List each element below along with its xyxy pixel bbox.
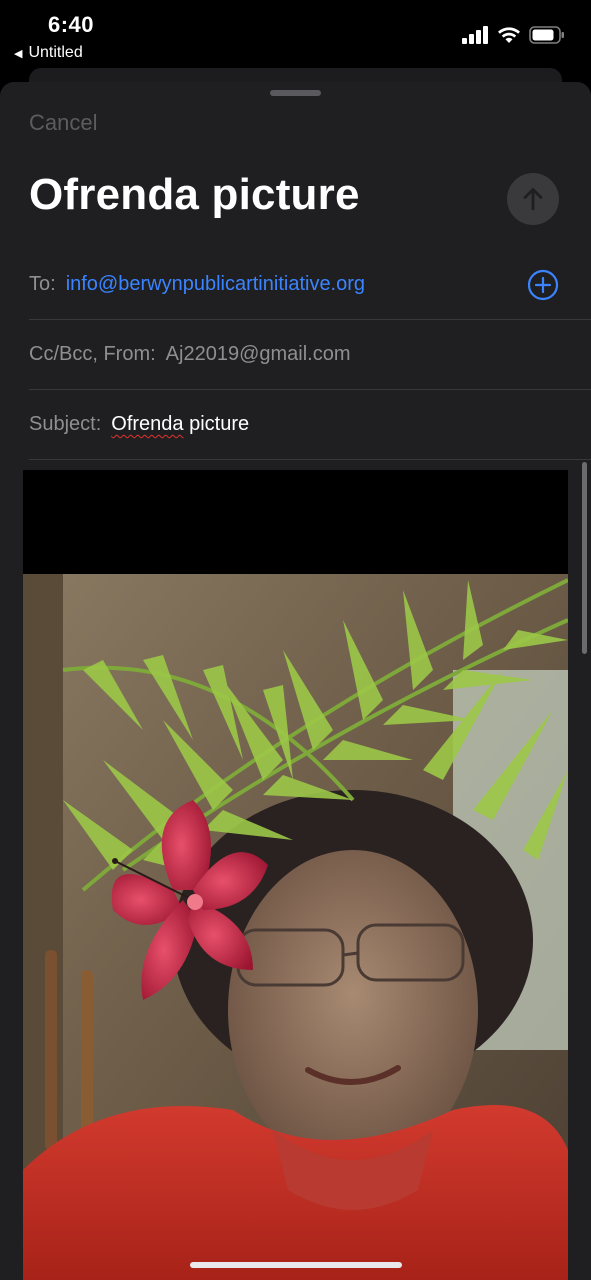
subject-field[interactable]: Subject: Ofrenda picture bbox=[29, 390, 591, 460]
compose-sheet: Cancel Ofrenda picture To: info@berwynpu… bbox=[0, 82, 591, 1280]
cc-bcc-from-label: Cc/Bcc, From: bbox=[29, 343, 156, 365]
compose-title: Ofrenda picture bbox=[29, 170, 360, 219]
subject-value[interactable]: Ofrenda picture bbox=[111, 413, 249, 436]
back-app-label: Untitled bbox=[28, 44, 83, 61]
to-field[interactable]: To: info@berwynpublicartinitiative.org bbox=[29, 250, 591, 320]
back-to-app-link[interactable]: ◀ Untitled bbox=[14, 44, 83, 62]
home-indicator[interactable] bbox=[190, 1262, 402, 1268]
send-button[interactable] bbox=[507, 173, 559, 225]
attached-photo[interactable] bbox=[23, 470, 568, 1280]
cc-bcc-from-field[interactable]: Cc/Bcc, From: Aj22019@gmail.com bbox=[29, 320, 591, 390]
arrow-up-icon bbox=[523, 188, 543, 211]
wifi-icon bbox=[498, 27, 520, 43]
to-recipient[interactable]: info@berwynpublicartinitiative.org bbox=[66, 273, 365, 296]
subject-misspelled-word: Ofrenda bbox=[111, 413, 184, 435]
photo-portrait-with-palm-and-flower bbox=[23, 470, 568, 1280]
status-icons bbox=[462, 26, 565, 44]
to-label: To: bbox=[29, 273, 56, 295]
sheet-grabber[interactable] bbox=[270, 90, 321, 96]
from-address: Aj22019@gmail.com bbox=[165, 343, 351, 365]
subject-label: Subject: bbox=[29, 413, 102, 435]
status-time: 6:40 bbox=[48, 12, 95, 37]
plus-circle-icon[interactable] bbox=[527, 269, 559, 301]
subject-rest: picture bbox=[183, 413, 250, 435]
battery-icon bbox=[529, 26, 564, 44]
cellular-signal-icon bbox=[462, 26, 488, 44]
cancel-button[interactable]: Cancel bbox=[29, 110, 97, 136]
scroll-indicator[interactable] bbox=[582, 462, 587, 654]
back-triangle-icon: ◀ bbox=[14, 47, 23, 60]
status-bar: 6:40 ◀ Untitled bbox=[0, 0, 591, 70]
message-body[interactable] bbox=[0, 462, 591, 1280]
